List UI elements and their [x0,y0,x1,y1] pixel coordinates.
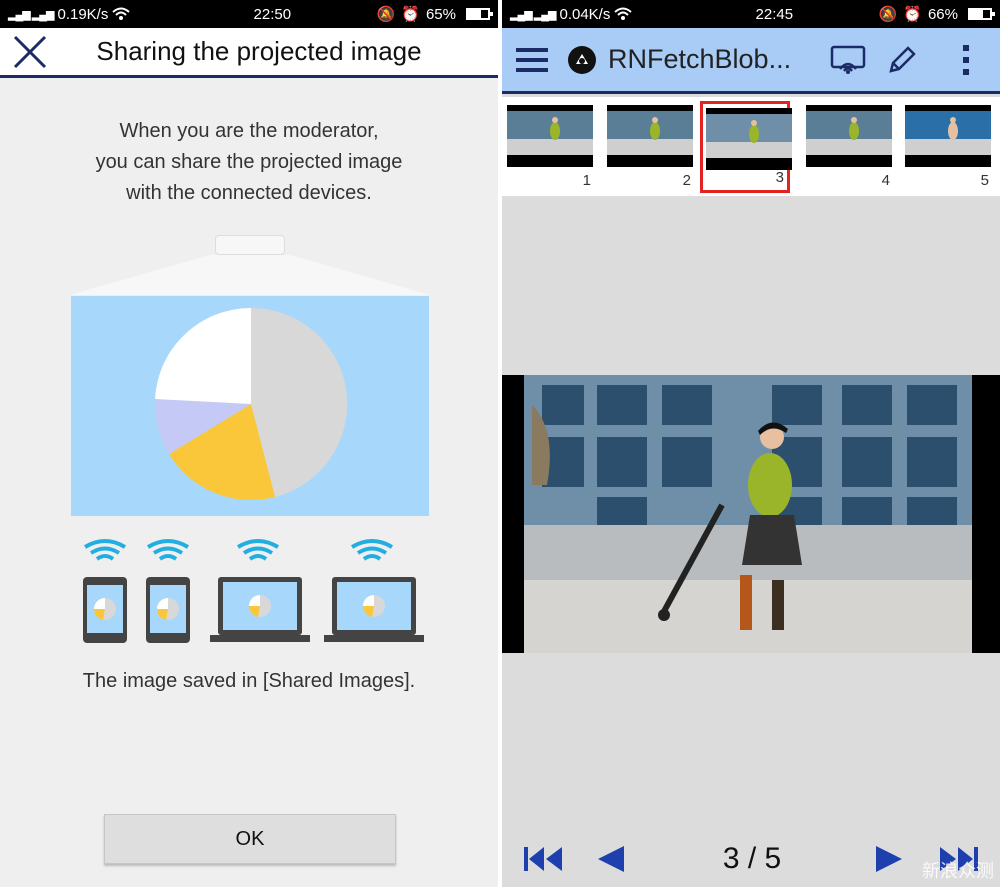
next-icon [876,846,902,872]
network-speed: 0.04K/s [559,5,611,23]
projection-beam [70,255,430,295]
projector-illustration [215,235,285,255]
battery-percent: 65% [425,5,456,23]
close-icon [13,35,47,68]
alarm-icon: ⏰ [903,6,922,23]
watermark: 新浪众测 [922,861,994,882]
thumbnail-image [706,108,792,170]
edit-button[interactable] [882,40,922,80]
thumbnail-number: 3 [775,169,784,186]
thumbnail-number: 1 [582,172,591,189]
close-button[interactable] [0,27,60,77]
previous-page-button[interactable] [596,842,626,876]
thumbnail-item[interactable]: 4 [803,101,893,193]
signal-icon: ▂▄▆ ▂▄▆ [8,8,54,21]
ok-button[interactable]: OK [104,814,396,864]
battery-icon [968,8,995,20]
thumbnail-image [905,105,991,167]
projected-screen-illustration [71,296,429,516]
first-page-button[interactable] [524,842,564,876]
left-phone-screen: ▂▄▆ ▂▄▆ 0.19K/s 22:50 🔕 ⏰ 65% Sharing th… [0,0,498,887]
next-page-button[interactable] [874,842,904,876]
more-options-button[interactable] [956,40,976,80]
pie-chart-illustration [154,307,348,501]
thumbnail-image [806,105,892,167]
mute-icon: 🔕 [878,6,898,23]
thumbnail-number: 2 [682,172,691,189]
thumbnail-number: 4 [881,172,890,189]
description-line: with the connected devices. [126,182,372,204]
battery-icon [466,8,493,20]
pencil-icon [889,45,916,73]
status-bar: ▂▄▆ ▂▄▆ 0.19K/s 22:50 🔕 ⏰ 65% [0,0,498,28]
more-vertical-icon [963,44,969,75]
dialog-header: Sharing the projected image [0,28,498,78]
description-line: When you are the moderator, [119,120,379,142]
app-bar: RNFetchBlob... [502,28,1000,94]
thumbnail-strip: 1 2 3 4 5 [502,97,1000,196]
page-title: Sharing the projected image [96,36,422,66]
screen-mirror-icon [830,45,866,74]
status-bar: ▂▄▆ ▂▄▆ 0.04K/s 22:45 🔕 ⏰ 66% [502,0,1000,28]
thumbnail-number: 5 [980,172,989,189]
thumbnail-item[interactable]: 1 [504,101,594,193]
signal-icon: ▂▄▆ ▂▄▆ [510,8,556,21]
app-logo-icon [568,45,596,74]
clock: 22:50 [253,5,292,23]
footnote-text: The image saved in [Shared Images]. [82,670,416,692]
previous-icon [598,846,624,872]
battery-percent: 66% [927,5,958,23]
mute-icon: 🔕 [376,6,396,23]
thumbnail-image [507,105,593,167]
description-line: you can share the projected image [95,151,403,173]
connected-devices-illustration [83,539,424,643]
app-title: RNFetchBlob... [608,44,792,74]
wifi-icon [614,7,633,20]
main-photo[interactable] [502,375,1000,653]
clock: 22:45 [755,5,794,23]
cast-button[interactable] [828,40,868,80]
thumbnail-item[interactable]: 5 [902,101,992,193]
thumbnail-image [607,105,693,167]
page-indicator: 3 / 5 [722,842,782,875]
pager-navbar: 3 / 5 新浪众测 [502,830,1000,887]
photo-image [502,375,1000,653]
menu-button[interactable] [502,27,562,93]
wifi-icon [112,7,131,20]
thumbnail-item[interactable]: 2 [604,101,694,193]
right-phone-screen: ▂▄▆ ▂▄▆ 0.04K/s 22:45 🔕 ⏰ 66% RNFetchBlo… [502,0,1000,887]
thumbnail-item[interactable]: 3 [700,101,792,193]
alarm-icon: ⏰ [401,6,420,23]
network-speed: 0.19K/s [57,5,109,23]
description-text: When you are the moderator, you can shar… [0,116,498,209]
hamburger-menu-icon [516,47,548,72]
skip-to-first-icon [524,847,562,871]
